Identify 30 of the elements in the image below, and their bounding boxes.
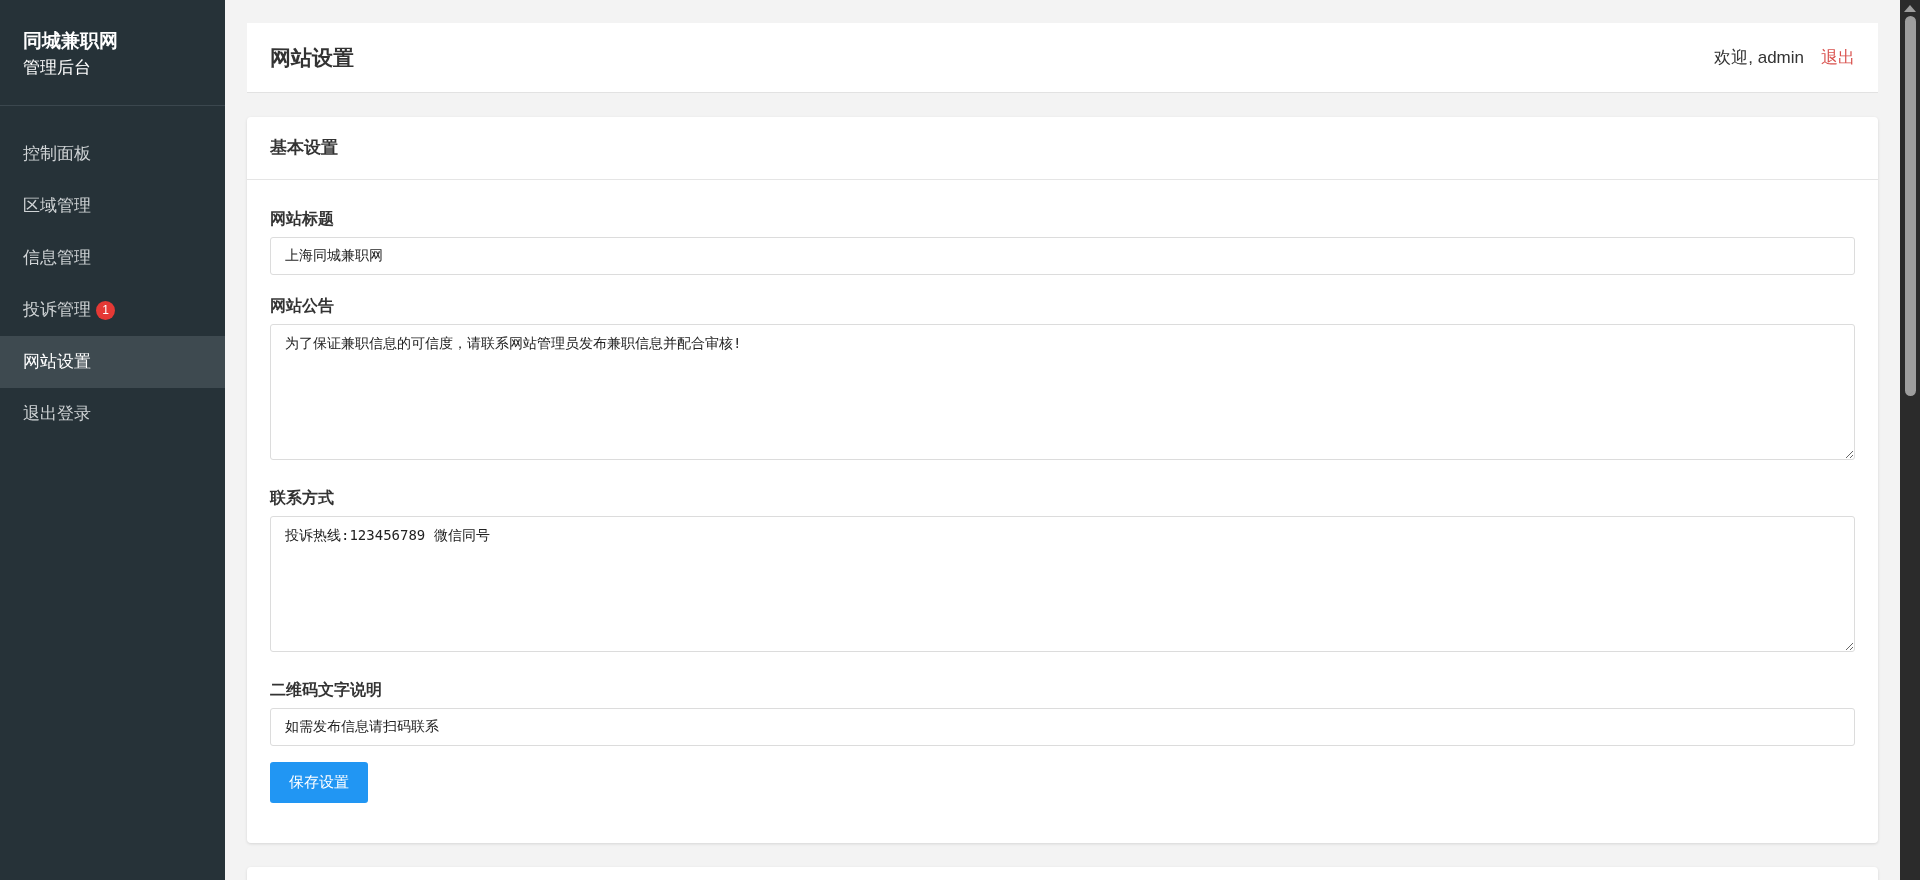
field-label: 网站公告 (270, 296, 335, 316)
brand-title: 同城兼职网 (23, 29, 119, 53)
sidebar-item[interactable]: 投诉管理 1 (0, 284, 225, 336)
textarea-field[interactable]: 投诉热线:123456789 微信同号 (270, 516, 1855, 652)
sidebar-item-label: 区域管理 (23, 195, 91, 218)
scrollbar[interactable] (1900, 0, 1920, 880)
field-label: 二维码文字说明 (270, 680, 383, 700)
text-input-field[interactable]: 如需发布信息请扫码联系 (270, 708, 1855, 746)
sidebar-item-label: 网站设置 (23, 351, 91, 374)
text-input-field[interactable]: 上海同城兼职网 (270, 237, 1855, 275)
sidebar-item[interactable]: 网站设置 (0, 336, 225, 388)
sidebar-item[interactable]: 退出登录 (0, 388, 225, 440)
welcome-text: 欢迎, admin (1714, 46, 1804, 69)
sidebar-item[interactable]: 控制面板 (0, 128, 225, 180)
field-label: 联系方式 (270, 488, 335, 508)
sidebar-item-label: 信息管理 (23, 247, 91, 270)
sidebar-item-label: 控制面板 (23, 143, 91, 166)
sidebar-item[interactable]: 区域管理 (0, 180, 225, 232)
logout-link[interactable]: 退出 (1821, 44, 1855, 71)
brand-subtitle: 管理后台 (23, 57, 92, 79)
sidebar-item-label: 投诉管理 (23, 299, 91, 322)
scroll-up-icon[interactable] (1904, 4, 1916, 12)
card-title: 基本设置 (270, 137, 338, 160)
scrollbar-thumb[interactable] (1904, 16, 1916, 396)
textarea-field[interactable]: 为了保证兼职信息的可信度，请联系网站管理员发布兼职信息并配合审核! (270, 324, 1855, 460)
sidebar-item[interactable]: 信息管理 (0, 232, 225, 284)
count-badge: 1 (96, 300, 115, 320)
page-title: 网站设置 (270, 44, 354, 71)
sidebar-item-label: 退出登录 (23, 403, 91, 426)
field-label: 网站标题 (270, 209, 335, 229)
